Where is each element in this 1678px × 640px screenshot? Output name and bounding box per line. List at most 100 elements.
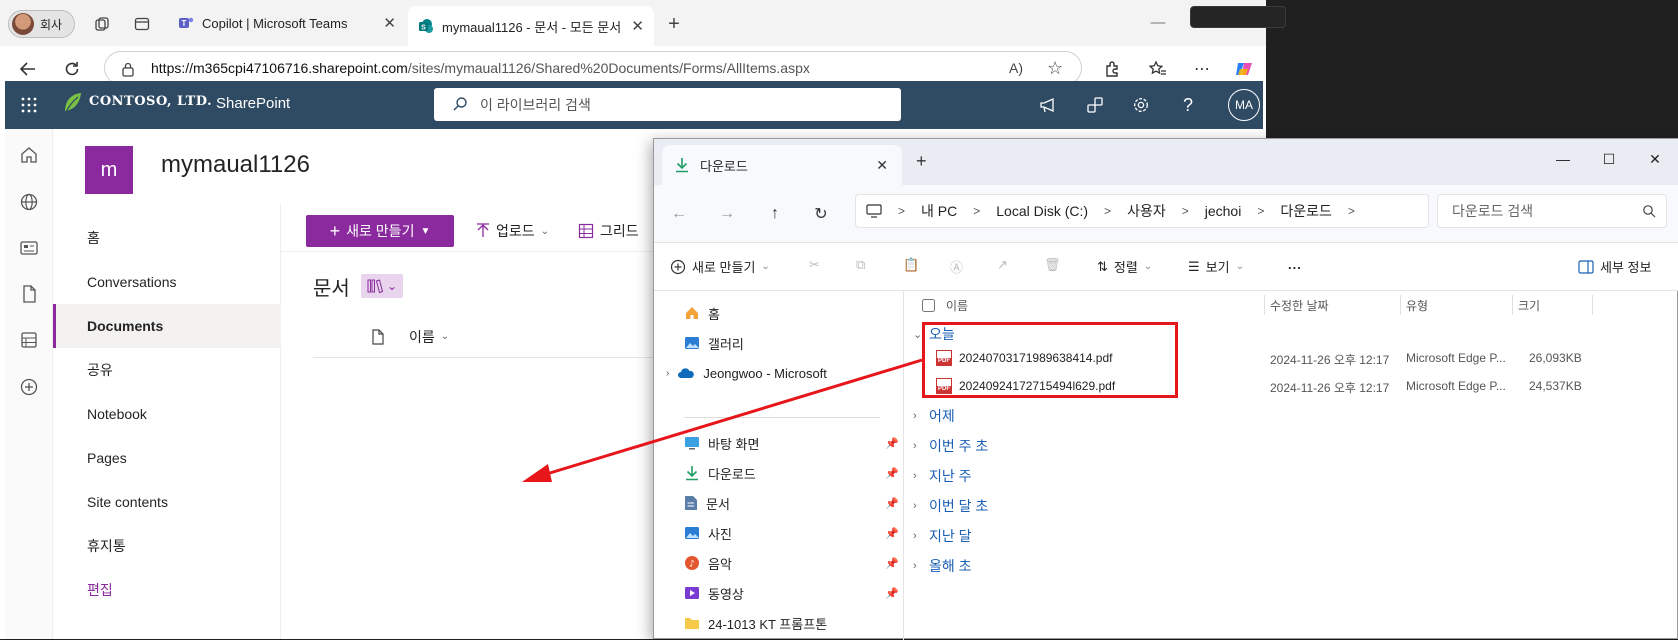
grid-view-button[interactable]: 그리드: [578, 221, 639, 241]
side-folder[interactable]: 24-1013 KT 프롬프톤: [684, 611, 899, 635]
breadcrumb[interactable]: > 내 PC > Local Disk (C:) > 사용자 > jechoi > 다운로…: [855, 194, 1429, 228]
group-last-month[interactable]: › 지난 달: [913, 526, 972, 546]
rename-icon[interactable]: Ⓐ: [950, 257, 970, 277]
close-tab-icon[interactable]: ✕: [383, 14, 396, 32]
details-pane-button[interactable]: 세부 정보: [1578, 257, 1651, 276]
group-last-week[interactable]: › 지난 주: [913, 466, 972, 486]
home-icon[interactable]: [19, 145, 39, 165]
delete-icon[interactable]: 🗑: [1044, 257, 1064, 277]
group-early-this-week[interactable]: › 이번 주 초: [913, 436, 988, 456]
profile-button[interactable]: 회사: [8, 10, 75, 38]
select-all-checkbox[interactable]: [922, 291, 935, 319]
nav-conversations[interactable]: Conversations: [53, 260, 281, 304]
upload-button[interactable]: 업로드 ⌄: [476, 221, 549, 241]
nav-site-contents[interactable]: Site contents: [53, 480, 281, 524]
nav-recycle-bin[interactable]: 휴지통: [53, 524, 281, 568]
nav-pages[interactable]: Pages: [53, 436, 281, 480]
settings-gear-icon[interactable]: [1129, 93, 1153, 117]
pin-icon[interactable]: 📌: [885, 437, 899, 450]
nav-home[interactable]: 홈: [53, 216, 281, 260]
nav-edit-link[interactable]: 편집: [53, 568, 281, 612]
breadcrumb-item[interactable]: > 다운로드: [1241, 201, 1332, 221]
minimize-icon[interactable]: —: [1540, 145, 1586, 173]
explorer-search-input[interactable]: 다운로드 검색: [1437, 194, 1667, 228]
new-button[interactable]: + 새로 만들기 ▼: [306, 215, 454, 247]
favorites-icon[interactable]: [1146, 57, 1170, 81]
side-home[interactable]: 홈: [684, 301, 899, 325]
minimize-icon[interactable]: —: [1138, 10, 1178, 34]
modified-column-header[interactable]: 수정한 날짜: [1270, 291, 1329, 319]
share-app-icon[interactable]: [1083, 93, 1107, 117]
breadcrumb-item[interactable]: > 내 PC: [882, 201, 957, 221]
file-type-icon[interactable]: [371, 328, 385, 345]
more-menu-icon[interactable]: ⋯: [1190, 57, 1214, 81]
pin-icon[interactable]: 📌: [885, 587, 899, 600]
news-icon[interactable]: [19, 238, 39, 258]
breadcrumb-item[interactable]: > 사용자: [1088, 201, 1166, 221]
side-desktop[interactable]: 바탕 화면 📌: [684, 431, 899, 455]
copy-icon[interactable]: ⧉: [856, 257, 876, 277]
close-tab-icon[interactable]: ✕: [876, 157, 888, 174]
group-yesterday[interactable]: › 어제: [913, 406, 955, 426]
back-arrow-icon[interactable]: ←: [668, 203, 690, 225]
name-column-header[interactable]: 이름: [946, 291, 968, 319]
new-tab-icon[interactable]: +: [662, 12, 686, 36]
cut-icon[interactable]: ✂: [809, 257, 829, 277]
side-pictures[interactable]: 사진 📌: [684, 521, 899, 545]
close-window-icon[interactable]: ✕: [1632, 145, 1678, 173]
view-button[interactable]: ☰ 보기 ⌄: [1188, 257, 1244, 276]
tab-teams[interactable]: T Copilot | Microsoft Teams ✕: [168, 6, 406, 40]
app-name[interactable]: SharePoint: [216, 95, 290, 112]
side-videos[interactable]: 동영상 📌: [684, 581, 899, 605]
side-downloads[interactable]: 다운로드 📌: [684, 461, 899, 485]
user-avatar[interactable]: MA: [1228, 89, 1260, 121]
extensions-icon[interactable]: [1100, 57, 1124, 81]
back-icon[interactable]: [16, 57, 40, 81]
side-music[interactable]: ♪ 음악 📌: [684, 551, 899, 575]
breadcrumb-item[interactable]: > jechoi: [1166, 203, 1242, 219]
side-gallery[interactable]: 갤러리: [684, 331, 899, 355]
read-aloud-icon[interactable]: A): [1009, 60, 1023, 76]
address-bar[interactable]: https://m365cpi47106716.sharepoint.com /…: [104, 51, 1082, 85]
add-circle-icon[interactable]: [19, 377, 39, 397]
sort-button[interactable]: ⇅ 정렬 ⌄: [1097, 257, 1152, 276]
file-icon[interactable]: [19, 284, 39, 304]
up-arrow-icon[interactable]: ↑: [764, 203, 786, 225]
nav-documents[interactable]: Documents: [53, 304, 281, 348]
group-early-this-year[interactable]: › 올해 초: [913, 556, 972, 576]
breadcrumb-chevron-icon[interactable]: >: [1332, 204, 1371, 218]
close-tab-icon[interactable]: ✕: [631, 17, 644, 35]
side-onedrive[interactable]: › Jeongwoo - Microsoft: [666, 361, 881, 385]
announcement-megaphone-icon[interactable]: [1036, 93, 1060, 117]
forward-arrow-icon[interactable]: →: [716, 203, 738, 225]
pin-icon[interactable]: 📌: [885, 467, 899, 480]
refresh-icon[interactable]: [60, 57, 84, 81]
pin-icon[interactable]: 📌: [885, 557, 899, 570]
side-documents[interactable]: 문서 📌: [684, 491, 899, 515]
pin-icon[interactable]: 📌: [885, 497, 899, 510]
site-title[interactable]: mymaual1126: [161, 151, 310, 179]
new-item-button[interactable]: 새로 만들기 ⌄: [670, 257, 770, 276]
library-search-box[interactable]: 이 라이브러리 검색: [434, 88, 901, 121]
new-tab-icon[interactable]: +: [916, 151, 927, 172]
size-column-header[interactable]: 크기: [1518, 291, 1540, 319]
globe-icon[interactable]: [19, 192, 39, 212]
site-logo[interactable]: m: [85, 146, 133, 194]
nav-notebook[interactable]: Notebook: [53, 392, 281, 436]
pin-icon[interactable]: 📌: [885, 527, 899, 540]
paste-icon[interactable]: 📋: [903, 257, 923, 277]
more-options-button[interactable]: ...: [1288, 257, 1302, 272]
type-column-header[interactable]: 유형: [1406, 291, 1428, 319]
share-icon[interactable]: ↗: [997, 257, 1017, 277]
tab-actions-icon[interactable]: [130, 12, 154, 36]
nav-shared[interactable]: 공유: [53, 348, 281, 392]
refresh-icon[interactable]: ↻: [810, 203, 832, 225]
group-early-this-month[interactable]: › 이번 달 초: [913, 496, 988, 516]
tab-sharepoint[interactable]: S mymaual1126 - 문서 - 모든 문서 ✕: [408, 6, 654, 46]
view-switcher[interactable]: ⌄: [361, 274, 403, 298]
explorer-tab-downloads[interactable]: 다운로드 ✕: [662, 145, 902, 185]
favorite-star-icon[interactable]: ☆: [1047, 58, 1063, 79]
breadcrumb-item[interactable]: > Local Disk (C:): [957, 203, 1088, 219]
name-column-header[interactable]: 이름: [409, 327, 435, 347]
app-launcher-icon[interactable]: [17, 93, 41, 117]
